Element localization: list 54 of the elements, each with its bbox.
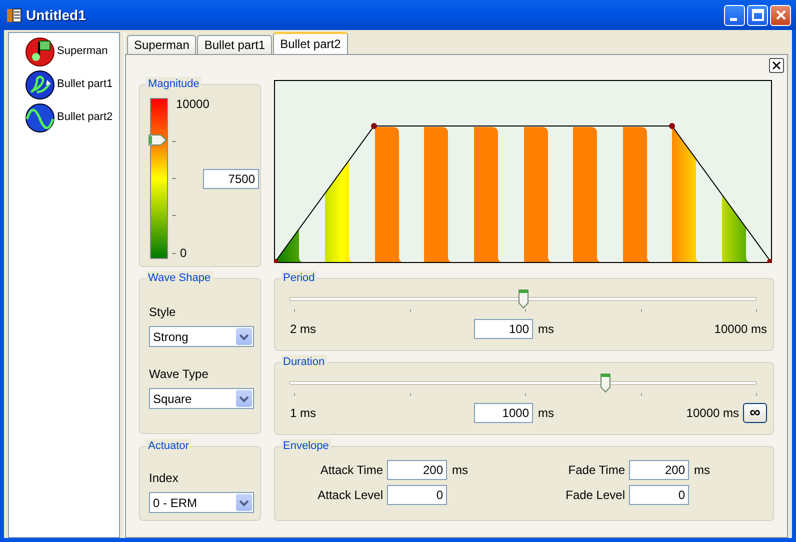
group-title: Wave Shape — [146, 271, 213, 285]
close-button[interactable] — [769, 58, 784, 73]
value-field[interactable]: 0 — [629, 485, 689, 505]
unit-label: ms — [452, 462, 468, 479]
range-min-label: 2 ms — [290, 321, 318, 338]
unit-label: ms — [538, 405, 554, 422]
value-field[interactable]: 200 — [387, 460, 447, 480]
sine-wave-icon — [25, 102, 55, 132]
slider-thumb[interactable] — [148, 134, 167, 146]
window-title: Untitled1 — [26, 6, 87, 24]
minimize-button[interactable] — [724, 4, 745, 26]
field-label: Style — [149, 304, 177, 321]
field-label: Fade Time — [567, 462, 626, 479]
group-title: Envelope — [281, 439, 331, 453]
field-label: Fade Level — [564, 487, 626, 504]
infinity-button[interactable]: ∞ — [743, 403, 767, 423]
value-field[interactable]: 0 — [387, 485, 447, 505]
tab[interactable]: Bullet part2 — [273, 32, 348, 54]
close-icon — [772, 61, 781, 70]
dropdown[interactable]: Square — [149, 388, 254, 409]
caret-icon — [239, 498, 249, 506]
field-label: Attack Level — [316, 487, 384, 504]
value-field[interactable]: 1000 — [474, 403, 533, 423]
tab[interactable]: Superman — [127, 35, 196, 54]
maximize-button[interactable] — [747, 4, 768, 26]
tab[interactable]: Bullet part1 — [197, 35, 272, 54]
dropdown[interactable]: Strong — [149, 326, 254, 347]
value-field[interactable]: 100 — [474, 319, 533, 339]
sidebar-item[interactable]: Superman — [25, 35, 119, 68]
sidebar-item[interactable]: Bullet part1 — [25, 68, 119, 101]
caret-icon — [239, 332, 249, 340]
field-label: Wave Type — [149, 366, 210, 383]
slider-thumb[interactable] — [518, 289, 529, 309]
music-note-icon — [25, 36, 55, 66]
scale-label: 10000 — [176, 96, 210, 113]
app-icon — [6, 6, 22, 24]
unit-label: ms — [694, 462, 710, 479]
slider-thumb[interactable] — [600, 373, 612, 393]
sidebar-item[interactable]: Bullet part2 — [25, 101, 119, 134]
value-field[interactable]: 200 — [629, 460, 689, 480]
minimize-icon — [730, 18, 736, 20]
field-label: Attack Time — [319, 462, 384, 479]
scale-label: 0 — [180, 245, 187, 262]
close-icon — [774, 9, 786, 21]
caret-icon — [239, 394, 249, 402]
range-max-label: 10000 ms — [686, 405, 739, 422]
magnitude-field[interactable]: 7500 — [203, 169, 259, 189]
unit-label: ms — [538, 321, 554, 338]
group-title: Magnitude — [146, 77, 202, 91]
maximize-icon — [752, 9, 764, 21]
field-label: Index — [149, 470, 180, 487]
range-max-label: 10000 ms — [714, 321, 767, 338]
dropdown[interactable]: 0 - ERM — [149, 492, 254, 513]
range-min-label: 1 ms — [290, 405, 318, 422]
